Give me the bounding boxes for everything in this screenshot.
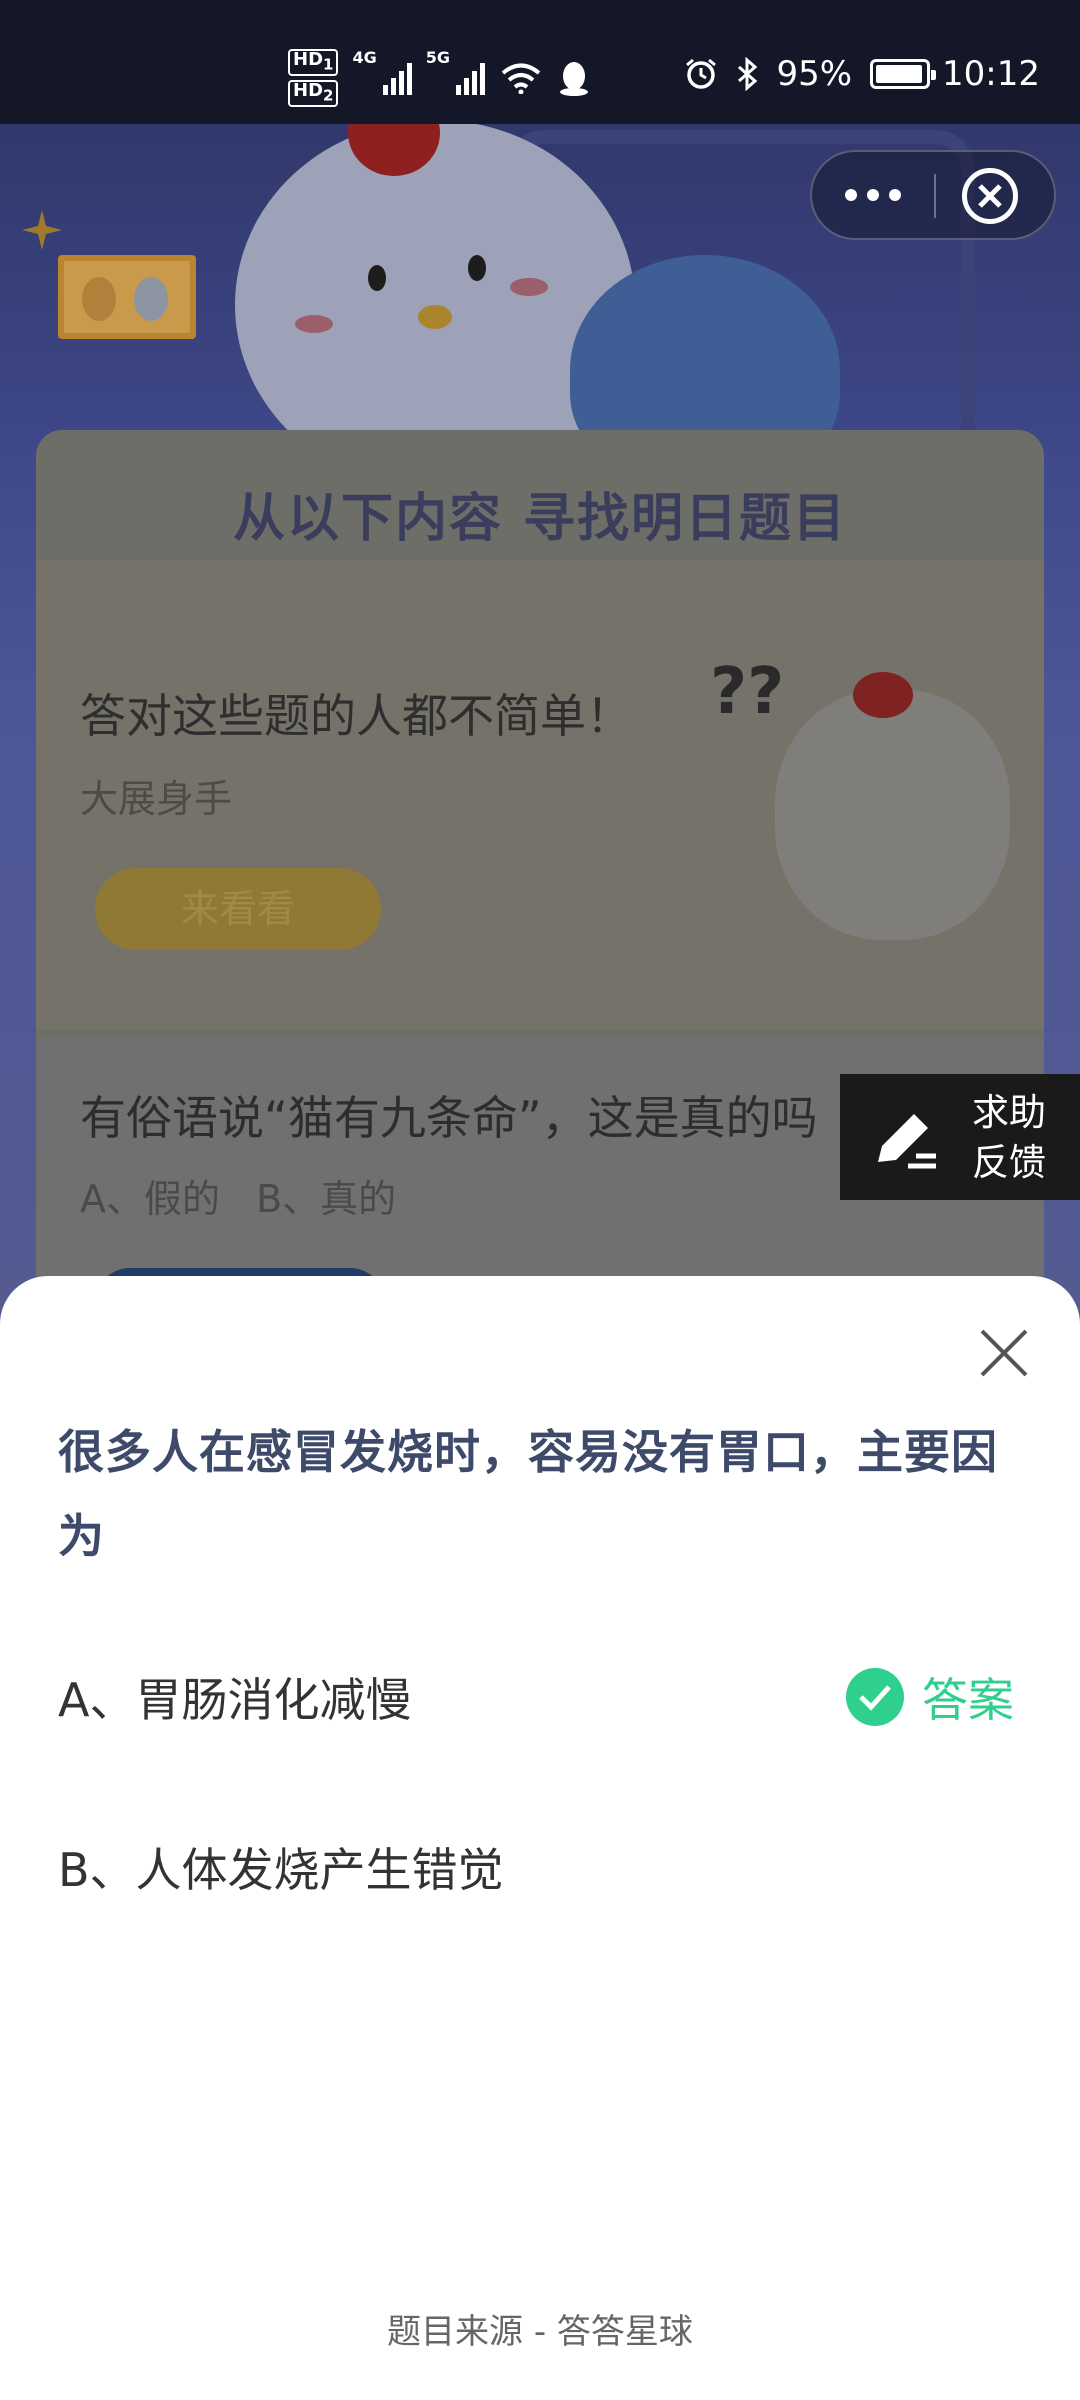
network-5g-label: 5G — [425, 48, 450, 67]
thinking-chick-comb — [853, 672, 913, 718]
chick-eye — [368, 265, 386, 291]
thinking-chick-image — [775, 690, 1010, 940]
help-feedback-button[interactable]: 求助 反馈 — [840, 1074, 1080, 1200]
qq-icon — [559, 62, 588, 96]
close-circle-icon[interactable] — [962, 168, 1018, 224]
clock: 10:12 — [942, 54, 1040, 94]
battery-icon — [870, 59, 937, 89]
sparkle-icon — [22, 210, 62, 250]
hd1-badge: HD1 — [288, 49, 339, 76]
feedback-label: 求助 反馈 — [972, 1088, 1046, 1188]
question-source: 题目来源 - 答答星球 — [387, 2312, 693, 2352]
medal-frame-image — [58, 255, 196, 339]
challenge-subtitle: 大展身手 — [80, 777, 233, 821]
answer-label: 答案 — [922, 1673, 1014, 1727]
question-marks-decoration: ?? — [710, 655, 785, 729]
look-button[interactable]: 来看看 — [95, 868, 381, 950]
question-card-options: A、假的 B、真的 — [80, 1177, 397, 1221]
challenge-title: 答对这些题的人都不简单！ — [80, 689, 632, 743]
status-left: HD1 HD2 4G 5G — [288, 48, 591, 108]
card-title: 从以下内容 寻找明日题目 — [232, 489, 848, 549]
chick-eye — [468, 255, 486, 281]
bluetooth-icon — [738, 57, 758, 91]
close-icon[interactable] — [978, 1327, 1030, 1379]
status-right: 95% 10:12 — [684, 54, 1040, 94]
chick-cheek — [510, 278, 548, 296]
hd2-badge: HD2 — [288, 80, 339, 107]
feedback-line1: 求助 — [972, 1091, 1046, 1134]
wifi-icon — [501, 63, 541, 94]
answer-tag: 答案 — [846, 1664, 1014, 1730]
battery-fill — [876, 65, 922, 83]
hd-indicators: HD1 HD2 — [288, 49, 339, 107]
gold-medal-icon — [82, 277, 116, 321]
alarm-icon — [686, 58, 717, 89]
option-a[interactable]: A、胃肠消化减慢 — [58, 1664, 411, 1730]
network-4g-label: 4G — [352, 48, 377, 67]
chick-cheek — [295, 315, 333, 333]
more-icon[interactable] — [812, 152, 934, 238]
battery-percent: 95% — [776, 54, 853, 94]
silver-medal-icon — [134, 277, 168, 321]
chick-beak — [418, 305, 452, 329]
feedback-line2: 反馈 — [972, 1141, 1046, 1184]
miniprogram-capsule — [810, 150, 1056, 240]
option-b[interactable]: B、人体发烧产生错觉 — [58, 1834, 504, 1900]
question-card-title: 有俗语说“猫有九条命”，这是真的吗 — [80, 1091, 818, 1145]
check-icon — [846, 1668, 904, 1726]
pen-icon — [878, 1114, 936, 1169]
question-text: 很多人在感冒发烧时，容易没有胃口，主要因为 — [58, 1425, 998, 1563]
signal-5g-icon — [455, 61, 485, 95]
signal-4g-icon — [382, 61, 412, 95]
capsule-divider — [934, 174, 936, 218]
status-bar: HD1 HD2 4G 5G 95% 10:12 — [0, 0, 1080, 124]
